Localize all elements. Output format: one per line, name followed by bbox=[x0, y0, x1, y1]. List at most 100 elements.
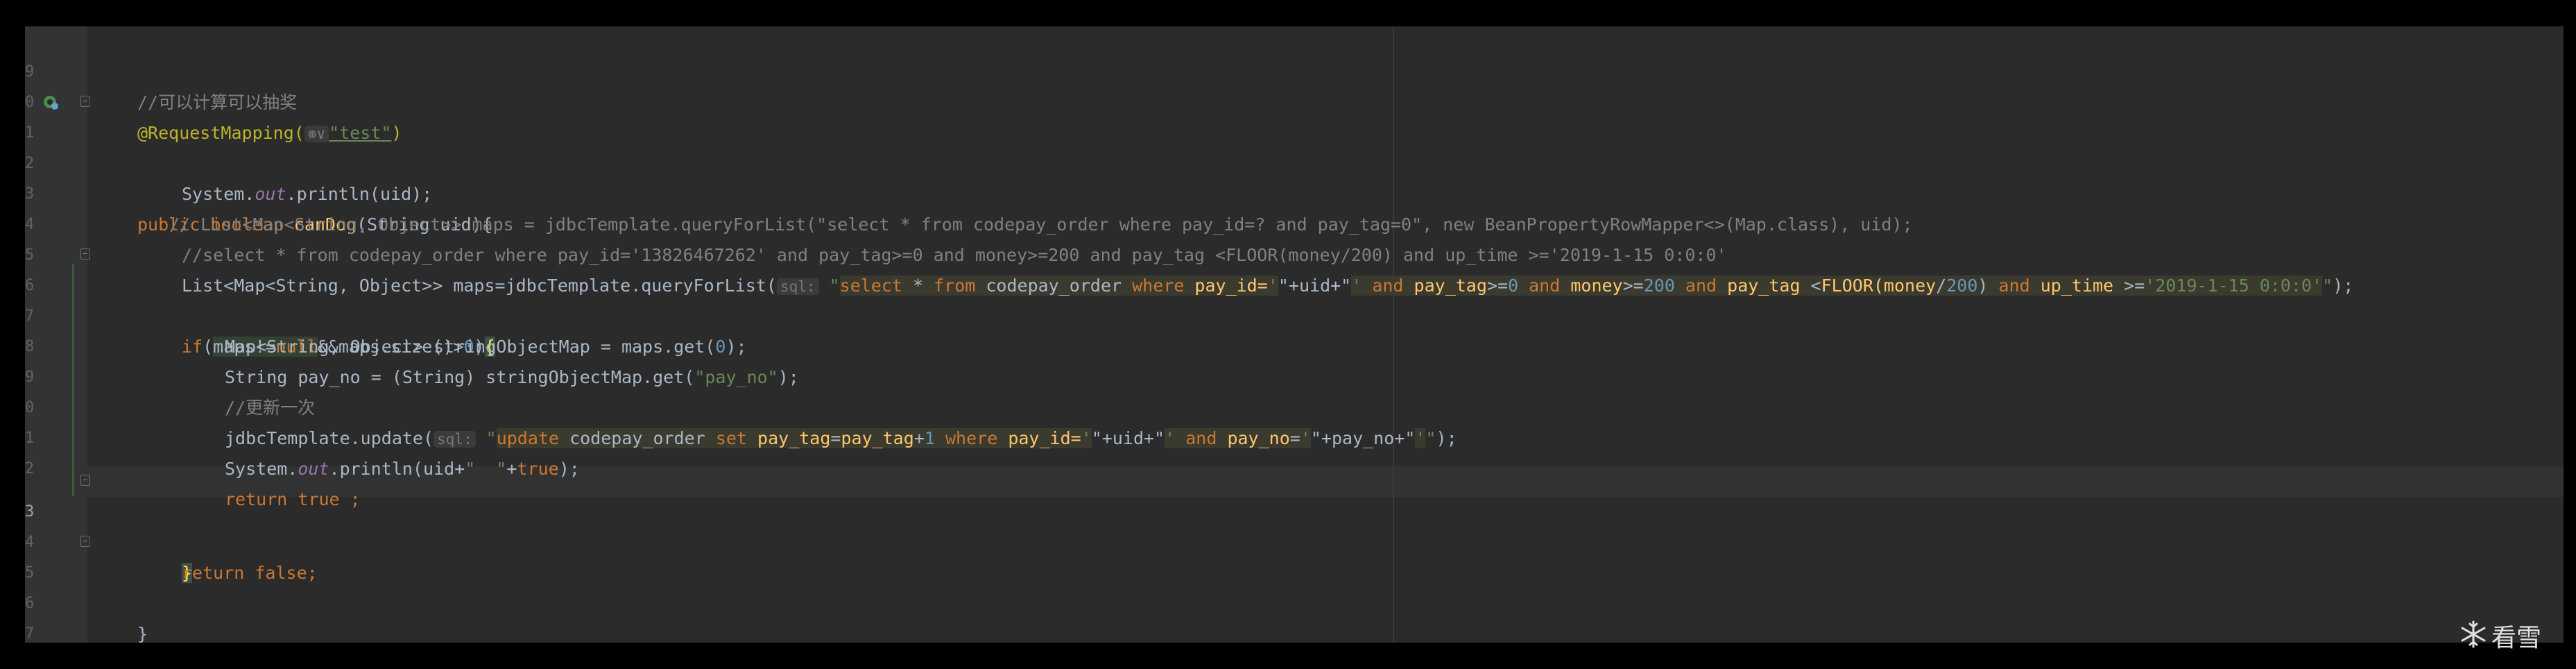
endpoint-gutter-icon[interactable] bbox=[42, 93, 60, 111]
code-segment: System. bbox=[225, 459, 298, 479]
code-concat: "+pay_no+" bbox=[1310, 428, 1416, 448]
code-line[interactable]: 4 //select * from codepay_order where pa… bbox=[25, 179, 1727, 265]
code-segment: Map<String, Object> stringObjectMap = ma… bbox=[225, 337, 716, 357]
fold-toggle-icon[interactable] bbox=[80, 96, 90, 107]
sql-fragment: select * from codepay_order where pay_id… bbox=[839, 276, 1278, 296]
code-segment: ); bbox=[2333, 276, 2354, 296]
code-line[interactable]: 0 @RequestMapping(⊛∨ "test") bbox=[25, 57, 402, 143]
code-text: return false; bbox=[182, 558, 318, 588]
operator: + bbox=[506, 459, 517, 479]
url-inlay-hint[interactable]: ⊛∨ bbox=[304, 126, 329, 142]
code-line[interactable]: 6 bbox=[25, 558, 67, 612]
sql-keyword: and bbox=[1362, 276, 1414, 296]
code-text: //可以计算可以抽奖 bbox=[137, 87, 297, 118]
sql-column: money bbox=[1570, 276, 1623, 296]
sql-number: 200 bbox=[1946, 276, 1978, 296]
code-editor[interactable]: 9 //可以计算可以抽奖 0 @RequestMapping(⊛∨ "test")… bbox=[25, 26, 2564, 643]
code-line[interactable]: 5 List<Map<String, Object>> maps=jdbcTem… bbox=[25, 210, 2353, 296]
code-text: //select * from codepay_order where pay_… bbox=[182, 240, 1727, 271]
sql-inlay-hint[interactable]: sql: bbox=[776, 278, 819, 295]
code-segment: jdbcTemplate.update( bbox=[225, 428, 434, 448]
sql-keyword: and bbox=[1518, 276, 1571, 296]
sql-column: pay_id= bbox=[997, 428, 1081, 448]
sql-fragment: update codepay_order set pay_tag=pay_tag… bbox=[496, 428, 1092, 448]
fold-toggle-icon[interactable] bbox=[80, 475, 90, 486]
sql-keyword: where bbox=[1132, 276, 1185, 296]
sql-op: >= bbox=[1622, 276, 1644, 296]
sql-number: 0 bbox=[1508, 276, 1519, 296]
sql-table: codepay_order bbox=[975, 276, 1133, 296]
sql-keyword: set bbox=[715, 428, 747, 448]
keyword: return true bbox=[225, 489, 340, 509]
static-field: out bbox=[255, 184, 286, 204]
sql-column: pay_no bbox=[1227, 428, 1290, 448]
code-segment: ); bbox=[778, 367, 799, 387]
code-segment: ); bbox=[725, 337, 747, 357]
snowflake-icon bbox=[2461, 620, 2486, 648]
closing-brace: } bbox=[137, 624, 148, 643]
code-line[interactable]: 8 String pay_no = (String) stringObjectM… bbox=[25, 301, 799, 387]
sql-text: * bbox=[902, 276, 934, 296]
code-line[interactable]: 7 Map<String, Object> stringObjectMap = … bbox=[25, 271, 747, 357]
quote: " bbox=[2322, 276, 2333, 296]
sql-op: >= bbox=[1486, 276, 1509, 296]
sql-column: pay_tag bbox=[841, 428, 914, 448]
code-segment: System. bbox=[182, 184, 255, 204]
code-line[interactable]: 3 } bbox=[25, 466, 193, 583]
sql-op: = bbox=[1289, 428, 1300, 448]
sql-op: = bbox=[830, 428, 841, 448]
sql-op: >= bbox=[2113, 276, 2145, 296]
comment: //更新一次 bbox=[225, 398, 316, 418]
sql-keyword: where bbox=[934, 428, 998, 448]
code-line[interactable]: 1 System.out.println(uid+" "+true); bbox=[25, 393, 580, 479]
code-segment: ); bbox=[1436, 428, 1457, 448]
code-text: String pay_no = (String) stringObjectMap… bbox=[225, 362, 799, 393]
paren: ( bbox=[203, 337, 214, 357]
sql-quote: ' bbox=[1267, 276, 1278, 296]
fold-toggle-icon[interactable] bbox=[80, 248, 90, 260]
comment: //select * from codepay_order where pay_… bbox=[182, 245, 1727, 265]
code-line[interactable]: 1 public boolean canDog(String uid){ bbox=[25, 87, 492, 235]
scope-indicator bbox=[72, 264, 74, 496]
comment: //可以计算可以抽奖 bbox=[137, 92, 298, 112]
fold-toggle-icon[interactable] bbox=[80, 536, 90, 547]
code-segment: ); bbox=[558, 459, 580, 479]
code-line[interactable]: 5 } bbox=[25, 527, 148, 643]
sql-quote: ' bbox=[1300, 428, 1311, 448]
code-line[interactable]: 7 bbox=[25, 588, 67, 643]
annotation-end: ) bbox=[391, 123, 402, 143]
watermark-text: 看雪 bbox=[2491, 624, 2542, 652]
code-line[interactable]: 4 return false; bbox=[25, 497, 318, 583]
sql-keyword: and bbox=[1998, 276, 2041, 296]
quote: " bbox=[486, 428, 497, 448]
code-segment: String pay_no = (String) stringObjectMap… bbox=[225, 367, 695, 387]
number: 0 bbox=[715, 337, 726, 357]
keyword: return false bbox=[182, 563, 307, 583]
code-line[interactable]: 6 if(maps!=null&&maps.size()>0){ bbox=[25, 240, 495, 357]
sql-column: pay_tag bbox=[1414, 276, 1487, 296]
sql-op: < bbox=[1800, 276, 1821, 296]
right-margin-guide bbox=[1393, 26, 1394, 643]
code-line[interactable]: 2 return true ; bbox=[25, 423, 361, 509]
code-text: System.out.println(uid+" "+true); bbox=[225, 454, 580, 484]
sql-keyword: select bbox=[839, 276, 902, 296]
watermark: 看雪 bbox=[2458, 613, 2569, 655]
sql-function: FLOOR( bbox=[1821, 276, 1884, 296]
code-line[interactable]: 9 //可以计算可以抽奖 bbox=[25, 26, 297, 112]
sql-column: pay_id= bbox=[1184, 276, 1268, 296]
code-segment: ; bbox=[339, 489, 361, 509]
code-line[interactable]: 0 jdbcTemplate.update(sql: "update codep… bbox=[25, 362, 1457, 448]
sql-op: + bbox=[913, 428, 925, 448]
sql-quote: ' bbox=[1415, 428, 1426, 448]
code-line[interactable]: 9 //更新一次 bbox=[25, 332, 315, 418]
code-line[interactable]: 2 System.out.println(uid); bbox=[25, 118, 432, 204]
code-segment: .println(uid); bbox=[286, 184, 433, 204]
code-line[interactable]: 3 // List<Map<String, Object>> maps = jd… bbox=[25, 149, 1913, 235]
sql-inlay-hint[interactable]: sql: bbox=[433, 431, 476, 448]
sql-number: 1 bbox=[924, 428, 935, 448]
sql-fragment: ' bbox=[1415, 428, 1426, 448]
sql-quote: ' bbox=[1081, 428, 1092, 448]
sql-column: up_time bbox=[2040, 276, 2114, 296]
code-text: return true ; bbox=[225, 484, 361, 515]
string-literal: "pay_no" bbox=[694, 367, 778, 387]
